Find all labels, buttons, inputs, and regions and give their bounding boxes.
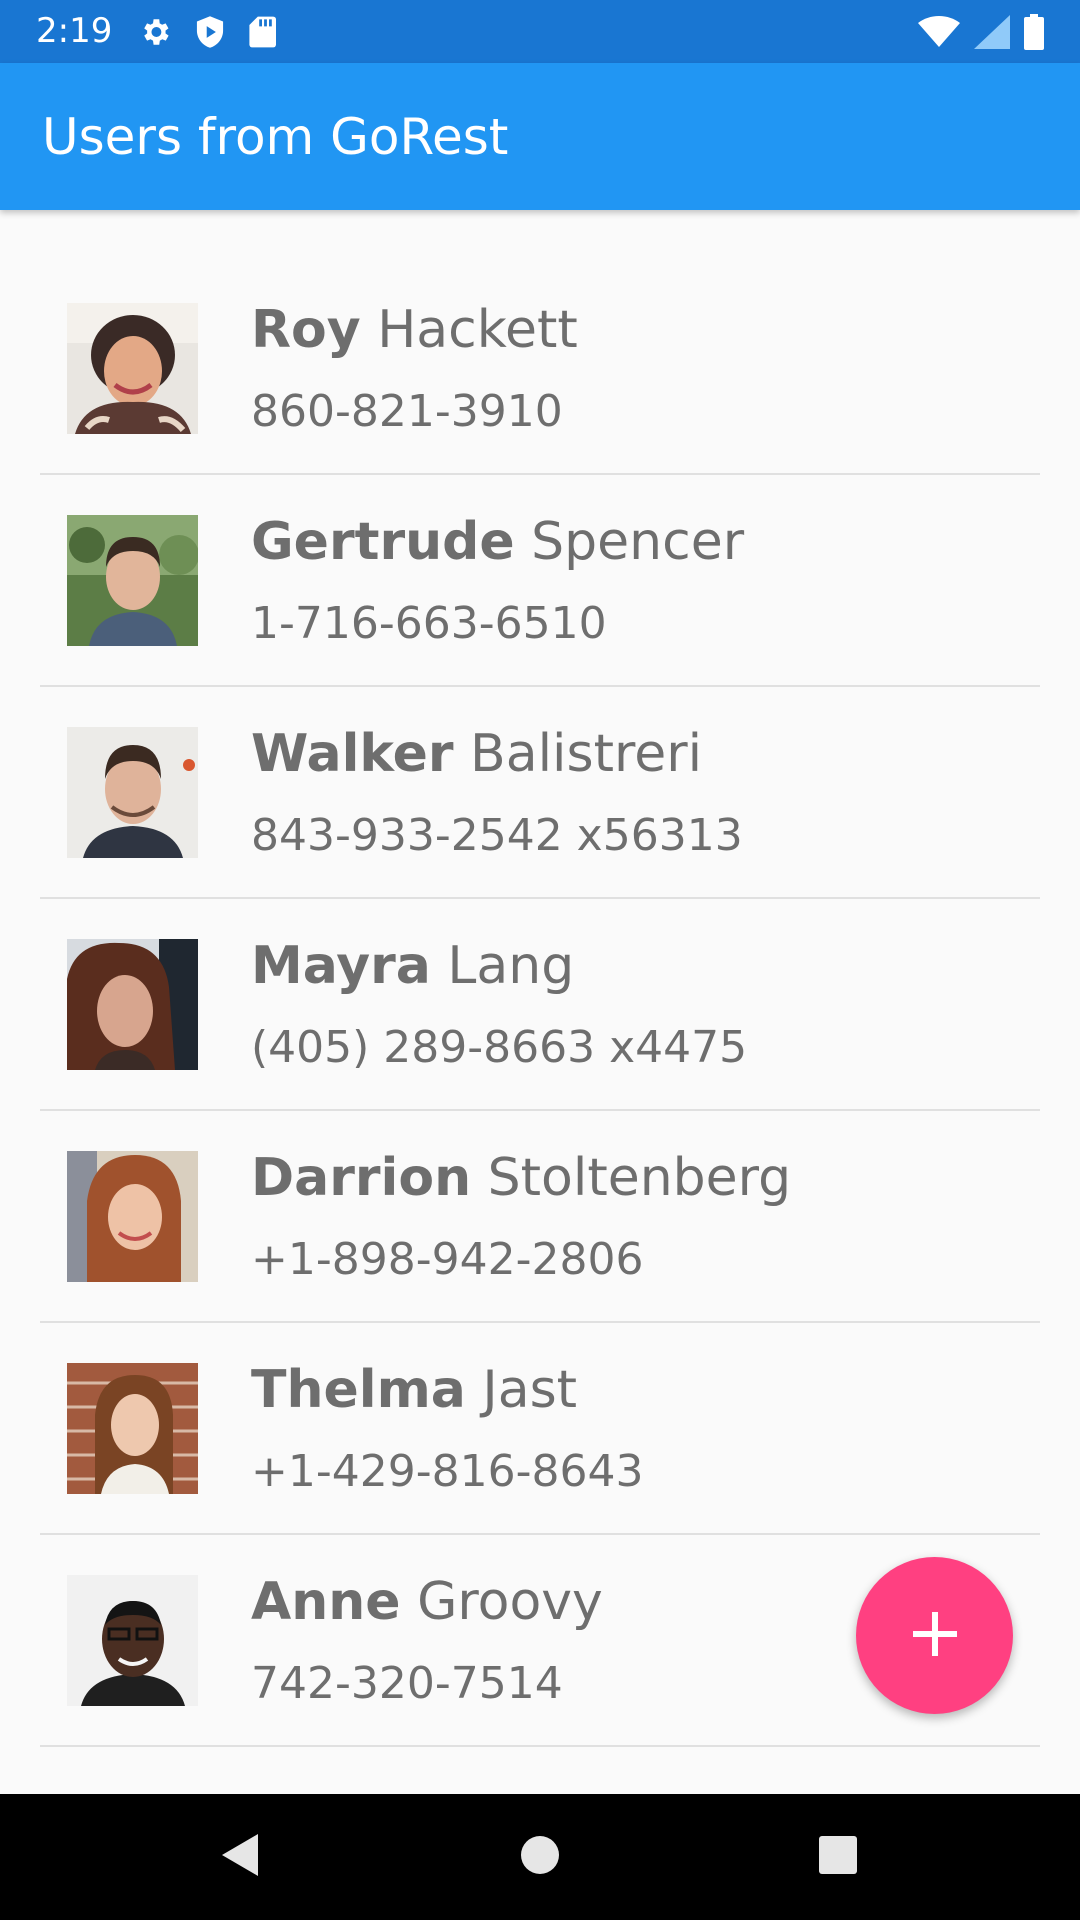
status-time: 2:19 [36, 11, 113, 51]
user-first-name: Gertrude [251, 512, 515, 572]
user-name: Roy Hackett [251, 297, 578, 363]
user-phone: (405) 289-8663 x4475 [251, 1022, 748, 1073]
plus-icon [912, 1611, 957, 1660]
user-last-name: Jast [482, 1360, 578, 1420]
battery-icon [1024, 14, 1044, 50]
user-phone: 1-716-663-6510 [251, 598, 607, 649]
user-first-name: Darrion [251, 1148, 472, 1208]
user-last-name: Groovy [417, 1572, 603, 1632]
user-avatar [67, 303, 198, 434]
user-last-name: Lang [447, 936, 575, 996]
user-first-name: Walker [251, 724, 454, 784]
user-avatar [67, 1575, 198, 1706]
user-first-name: Roy [251, 300, 361, 360]
user-row[interactable]: Thelma Jast +1-429-816-8643 [40, 1323, 1040, 1535]
cell-signal-icon [974, 15, 1010, 49]
user-row[interactable]: Walker Balistreri 843-933-2542 x56313 [40, 687, 1040, 899]
recents-icon [818, 1835, 858, 1879]
user-name: Walker Balistreri [251, 721, 702, 787]
app-bar: Users from GoRest [0, 63, 1080, 210]
recents-button[interactable] [808, 1827, 868, 1887]
shield-play-icon [194, 15, 226, 49]
user-phone: 742-320-7514 [251, 1658, 563, 1709]
user-avatar [67, 515, 198, 646]
user-avatar [67, 727, 198, 858]
user-name: Anne Groovy [251, 1569, 603, 1635]
user-last-name: Hackett [377, 300, 578, 360]
home-button[interactable] [510, 1827, 570, 1887]
home-icon [520, 1835, 560, 1879]
user-row[interactable]: Roy Hackett 860-821-3910 [40, 263, 1040, 475]
status-bar: 2:19 [0, 0, 1080, 63]
navigation-bar [0, 1794, 1080, 1920]
app-title: Users from GoRest [42, 108, 509, 166]
user-first-name: Anne [251, 1572, 401, 1632]
status-icons-right [918, 12, 1044, 52]
user-last-name: Stoltenberg [487, 1148, 792, 1208]
user-name: Darrion Stoltenberg [251, 1145, 791, 1211]
user-phone: +1-429-816-8643 [251, 1446, 644, 1497]
user-row[interactable]: Darrion Stoltenberg +1-898-942-2806 [40, 1111, 1040, 1323]
wifi-icon [918, 16, 960, 48]
user-avatar [67, 939, 198, 1070]
user-phone: 843-933-2542 x56313 [251, 810, 743, 861]
back-icon [220, 1832, 260, 1882]
user-name: Thelma Jast [251, 1357, 577, 1423]
user-phone: +1-898-942-2806 [251, 1234, 644, 1285]
gear-icon [138, 15, 172, 49]
user-name: Gertrude Spencer [251, 509, 744, 575]
user-list[interactable]: Roy Hackett 860-821-3910 Gertrude Spence… [0, 263, 1080, 1747]
status-icons-left [138, 12, 276, 52]
app-screen: 2:19 Users from GoRest Roy Hackett 860-8… [0, 0, 1080, 1920]
user-last-name: Spencer [531, 512, 745, 572]
add-user-button[interactable] [856, 1557, 1013, 1714]
user-last-name: Balistreri [470, 724, 703, 784]
user-first-name: Mayra [251, 936, 431, 996]
user-avatar [67, 1151, 198, 1282]
sd-card-icon [248, 15, 276, 49]
user-phone: 860-821-3910 [251, 386, 563, 437]
user-name: Mayra Lang [251, 933, 574, 999]
user-row[interactable]: Mayra Lang (405) 289-8663 x4475 [40, 899, 1040, 1111]
user-avatar [67, 1363, 198, 1494]
back-button[interactable] [210, 1827, 270, 1887]
user-row[interactable]: Gertrude Spencer 1-716-663-6510 [40, 475, 1040, 687]
user-first-name: Thelma [251, 1360, 466, 1420]
